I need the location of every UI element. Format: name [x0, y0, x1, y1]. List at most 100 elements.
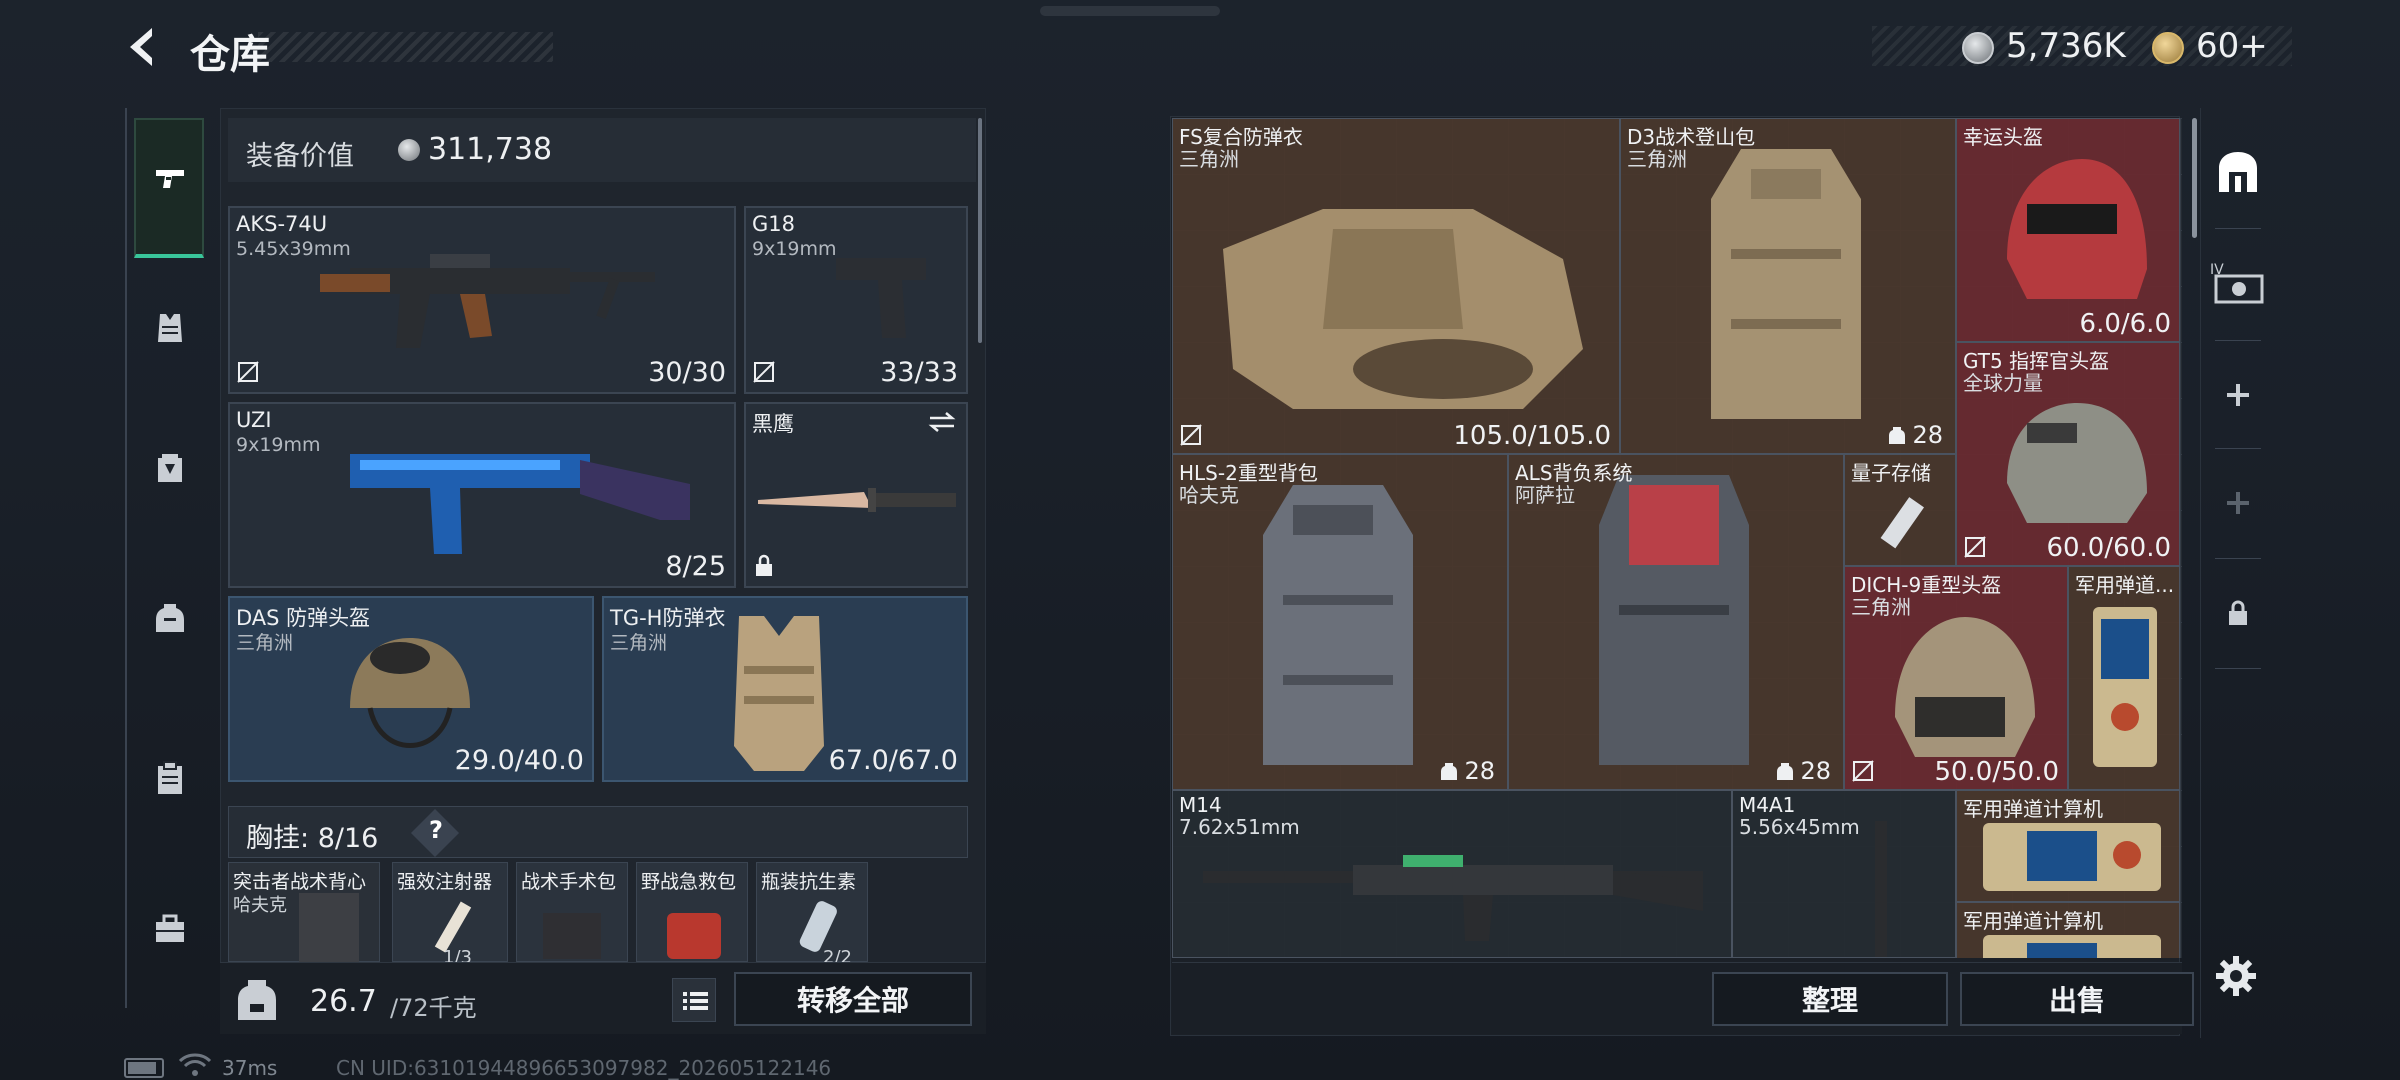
rnav-divider	[2215, 340, 2261, 341]
wifi-icon	[178, 1053, 212, 1076]
item-name: 军用弹道计算机	[1963, 909, 2103, 933]
rnav-divider	[2215, 228, 2261, 229]
item-durability: 50.0/50.0	[1934, 757, 2059, 787]
vest-image	[299, 893, 359, 963]
rig-item-name: 战术手术包	[521, 871, 617, 893]
rig-item-surgery-kit[interactable]: 战术手术包	[516, 862, 628, 962]
backpack-small-icon	[1441, 763, 1458, 780]
stash-tab-add-2[interactable]	[2201, 458, 2275, 548]
gold-currency-amount[interactable]: 60+	[2196, 26, 2268, 66]
stash-item-als-system[interactable]: ALS背负系统 阿萨拉 28	[1508, 454, 1844, 790]
item-maker: 哈夫克	[1179, 483, 1239, 507]
equipment-scrollbar[interactable]	[978, 118, 982, 343]
rig-item-first-aid[interactable]: 野战急救包	[636, 862, 748, 962]
no-insure-icon	[1180, 424, 1202, 446]
sort-button[interactable]: 整理	[1712, 972, 1948, 1026]
settings-gear-icon[interactable]	[2214, 954, 2258, 998]
stash-item-ballistic-computer-2[interactable]: 军用弹道计算机	[1956, 790, 2180, 902]
item-name: 量子存储	[1851, 461, 1931, 485]
stash-item-quantum-storage[interactable]: 量子存储	[1844, 454, 1956, 566]
stash-tab-safehouse[interactable]	[2201, 128, 2275, 218]
item-maker: 全球力量	[1963, 371, 2043, 395]
title-decoration	[258, 32, 553, 62]
backpack-icon	[156, 604, 184, 632]
equipment-value-label: 装备价值	[246, 141, 354, 172]
item-capacity: 28	[1776, 757, 1831, 785]
stash-item-ballistic-computer-3[interactable]: 军用弹道计算机	[1956, 902, 2180, 958]
stash-item-ballistic-computer-1[interactable]: 军用弹道...	[2068, 566, 2180, 790]
item-maker: 三角洲	[1179, 147, 1239, 171]
help-question-mark: ?	[429, 816, 443, 844]
nav-tab-vest[interactable]	[135, 288, 205, 368]
stash-item-m14[interactable]: M14 7.62x51mm	[1172, 790, 1732, 958]
sidearm-slot[interactable]: G18 9x19mm 33/33	[744, 206, 968, 394]
page-title: 仓库	[190, 32, 270, 78]
ballistic-computer-image	[1983, 823, 2161, 891]
secondary-weapon-slot[interactable]: UZI 9x19mm 8/25	[228, 402, 736, 588]
rig-item-injector[interactable]: 强效注射器 1/3	[392, 862, 508, 968]
weapon-name: AKS-74U	[236, 212, 328, 236]
commander-helmet-image	[2007, 403, 2147, 523]
stash-item-gt5-helmet[interactable]: GT5 指挥官头盔 全球力量 60.0/60.0	[1956, 342, 2180, 566]
pistol-icon	[156, 170, 184, 188]
rig-item-vest[interactable]: 突击者战术背心 哈夫克	[228, 862, 380, 963]
back-arrow-icon[interactable]	[118, 22, 168, 72]
helmet-maker: 三角洲	[236, 632, 294, 654]
stash-tab-add-1[interactable]	[2201, 350, 2275, 440]
user-uid: CN UID:63101944896653097982_202605122146	[336, 1056, 832, 1080]
lock-icon	[756, 554, 772, 576]
first-aid-image	[667, 913, 721, 959]
safehouse-icon	[2219, 152, 2257, 192]
nav-tab-armor[interactable]	[135, 428, 205, 508]
clipboard-icon	[158, 761, 182, 794]
transfer-all-button[interactable]: 转移全部	[734, 972, 972, 1026]
no-insure-icon	[1852, 760, 1874, 782]
item-capacity: 28	[1888, 421, 1943, 449]
m14-rifle-image	[1203, 855, 1703, 941]
item-capacity-value: 28	[1464, 757, 1495, 785]
stash-item-lucky-helmet[interactable]: 幸运头盔 6.0/6.0	[1956, 118, 2180, 342]
knife-image	[758, 488, 956, 512]
item-caliber: 7.62x51mm	[1179, 815, 1300, 839]
item-durability: 6.0/6.0	[2079, 309, 2171, 339]
pistol-image	[836, 258, 926, 338]
backpack-small-icon	[1777, 763, 1794, 780]
melee-name: 黑鹰	[752, 412, 794, 436]
stash-item-dich9-helmet[interactable]: DICH-9重型头盔 三角洲 50.0/50.0	[1844, 566, 2068, 790]
rnav-divider	[2215, 448, 2261, 449]
sell-button[interactable]: 出售	[1960, 972, 2194, 1026]
list-view-button[interactable]	[672, 978, 716, 1022]
chest-rig-label: 胸挂: 8/16	[246, 816, 378, 855]
stash-tab-locked[interactable]	[2201, 568, 2275, 658]
rig-item-name: 突击者战术背心	[233, 871, 367, 893]
item-capacity: 28	[1440, 757, 1495, 785]
nav-tab-weapons[interactable]	[135, 138, 205, 218]
rig-item-antibiotics[interactable]: 瓶装抗生素 2/2	[756, 862, 868, 968]
stash-item-m4a1[interactable]: M4A1 5.56x45mm	[1732, 790, 1956, 958]
stash-scrollbar[interactable]	[2192, 118, 2197, 238]
primary-weapon-slot[interactable]: AKS-74U 5.45x39mm 30/30	[228, 206, 736, 394]
item-durability: 105.0/105.0	[1453, 421, 1611, 451]
body-armor-slot[interactable]: TG-H防弹衣 三角洲 67.0/67.0	[602, 596, 968, 782]
right-nav: IV	[2200, 108, 2274, 1038]
stash-tab-container[interactable]: IV	[2201, 238, 2275, 328]
nav-tab-toolbox[interactable]	[135, 888, 205, 968]
ammo-count: 33/33	[880, 357, 958, 388]
melee-slot[interactable]: 黑鹰	[744, 402, 968, 588]
rnav-divider	[2215, 558, 2261, 559]
m4a1-rifle-image	[1875, 821, 1887, 957]
weapon-caliber: 9x19mm	[752, 238, 837, 260]
stash-item-fs-armor[interactable]: FS复合防弹衣 三角洲 105.0/105.0	[1172, 118, 1620, 454]
stash-item-d3-backpack[interactable]: D3战术登山包 三角洲 28	[1620, 118, 1956, 454]
stash-item-hls2-backpack[interactable]: HLS-2重型背包 哈夫克 28	[1172, 454, 1508, 790]
swap-icon[interactable]	[926, 410, 958, 434]
silver-coin-icon	[1962, 32, 1994, 64]
item-name: 幸运头盔	[1963, 125, 2043, 149]
armor-vest-image	[1223, 209, 1583, 409]
nav-tab-backpack[interactable]	[135, 578, 205, 658]
item-durability: 60.0/60.0	[2046, 533, 2171, 563]
item-name: 军用弹道计算机	[1963, 797, 2103, 821]
silver-currency-amount: 5,736K	[2006, 26, 2126, 66]
helmet-slot[interactable]: DAS 防弹头盔 三角洲 29.0/40.0	[228, 596, 594, 782]
nav-tab-clipboard[interactable]	[135, 738, 205, 818]
